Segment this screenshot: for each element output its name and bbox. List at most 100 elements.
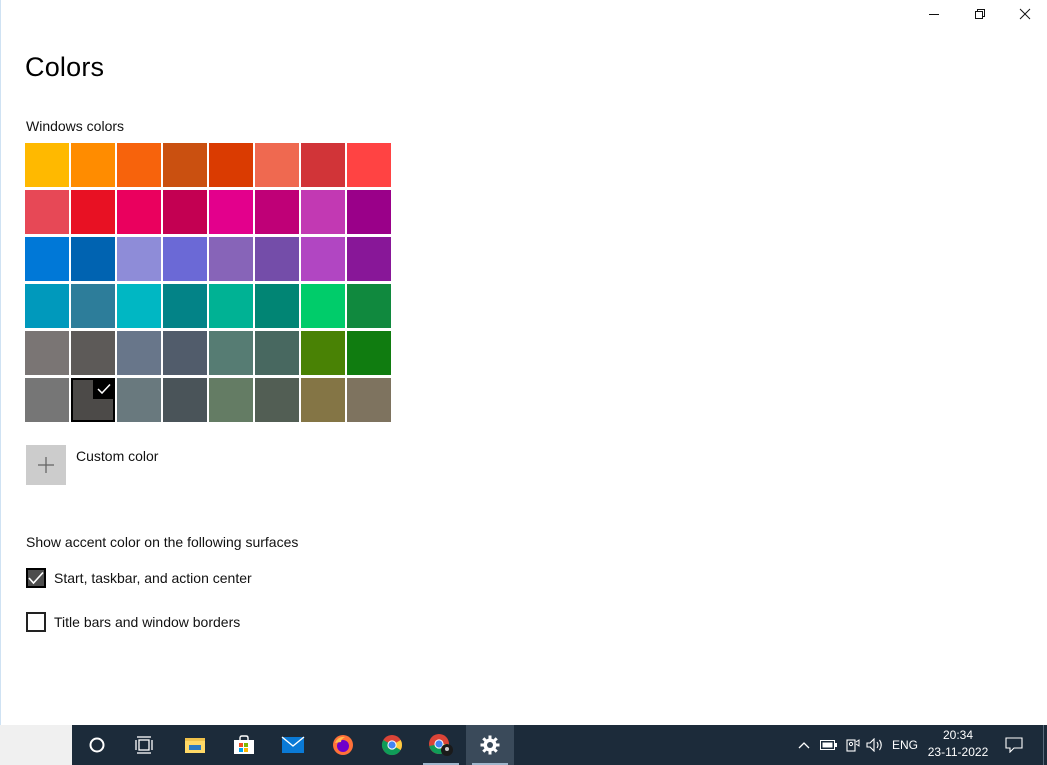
- color-swatch[interactable]: [71, 190, 115, 234]
- color-swatch[interactable]: [71, 237, 115, 281]
- checkmark-icon: [28, 571, 44, 585]
- color-swatch[interactable]: [255, 190, 299, 234]
- color-swatch[interactable]: [255, 331, 299, 375]
- color-swatch[interactable]: [25, 237, 69, 281]
- color-swatch[interactable]: [163, 237, 207, 281]
- settings-window: Colors Windows colors Custom color Show …: [0, 0, 1047, 725]
- color-swatch[interactable]: [209, 284, 253, 328]
- color-swatch[interactable]: [301, 190, 345, 234]
- show-desktop-button[interactable]: [1043, 725, 1047, 765]
- title-bars-checkbox[interactable]: [26, 612, 46, 632]
- firefox-button[interactable]: [319, 725, 367, 765]
- color-swatch[interactable]: [25, 378, 69, 422]
- minimize-button[interactable]: [911, 0, 957, 28]
- color-swatch[interactable]: [71, 284, 115, 328]
- language-indicator: ENG: [891, 738, 918, 752]
- volume-icon: [866, 738, 882, 752]
- task-view-icon: [135, 736, 153, 754]
- color-swatch[interactable]: [209, 143, 253, 187]
- start-taskbar-option[interactable]: Start, taskbar, and action center: [26, 568, 252, 588]
- meet-now-button[interactable]: [842, 725, 862, 765]
- color-swatch[interactable]: [25, 143, 69, 187]
- show-hidden-icons-button[interactable]: [794, 725, 814, 765]
- color-swatch[interactable]: [71, 331, 115, 375]
- color-swatch[interactable]: [209, 378, 253, 422]
- restore-icon: [975, 9, 985, 19]
- chrome-profile-icon: [429, 734, 453, 756]
- start-taskbar-checkbox[interactable]: [26, 568, 46, 588]
- accent-surfaces-label: Show accent color on the following surfa…: [26, 534, 299, 550]
- page-title: Colors: [25, 52, 105, 82]
- color-swatch[interactable]: [209, 331, 253, 375]
- color-swatch[interactable]: [301, 331, 345, 375]
- battery-button[interactable]: [818, 725, 840, 765]
- color-swatch[interactable]: [347, 237, 391, 281]
- color-swatch[interactable]: [163, 378, 207, 422]
- color-swatch[interactable]: [255, 378, 299, 422]
- color-swatch[interactable]: [25, 190, 69, 234]
- color-swatch[interactable]: [255, 237, 299, 281]
- color-swatch[interactable]: [347, 143, 391, 187]
- start-taskbar-label: Start, taskbar, and action center: [54, 570, 252, 586]
- color-swatch[interactable]: [209, 237, 253, 281]
- clock-time: 20:34: [942, 728, 974, 742]
- mail-button[interactable]: [269, 725, 317, 765]
- custom-color-button[interactable]: Custom color: [26, 445, 158, 485]
- color-swatch[interactable]: [301, 237, 345, 281]
- color-swatch[interactable]: [163, 143, 207, 187]
- windows-colors-label: Windows colors: [26, 118, 125, 134]
- volume-button[interactable]: [864, 725, 886, 765]
- chrome-button[interactable]: [368, 725, 416, 765]
- color-swatch[interactable]: [209, 190, 253, 234]
- store-button[interactable]: [220, 725, 268, 765]
- color-swatch[interactable]: [255, 143, 299, 187]
- settings-gear-icon: [480, 735, 500, 755]
- color-swatch[interactable]: [117, 284, 161, 328]
- taskbar: ENG 20:34 23-11-2022: [0, 725, 1047, 765]
- color-swatch[interactable]: [347, 331, 391, 375]
- clock[interactable]: 20:34 23-11-2022: [922, 727, 994, 763]
- color-swatch[interactable]: [117, 190, 161, 234]
- color-swatch[interactable]: [163, 331, 207, 375]
- color-swatch[interactable]: [117, 143, 161, 187]
- color-swatch[interactable]: [255, 284, 299, 328]
- battery-icon: [820, 740, 837, 750]
- color-swatch[interactable]: [117, 378, 161, 422]
- folder-icon: [185, 738, 205, 753]
- minimize-icon: [929, 14, 939, 15]
- mail-icon: [281, 736, 305, 753]
- action-center-button[interactable]: [1000, 725, 1028, 765]
- taskbar-search-area[interactable]: [0, 725, 72, 765]
- color-swatch[interactable]: [347, 284, 391, 328]
- input-language-button[interactable]: ENG: [889, 725, 921, 765]
- color-swatch[interactable]: [25, 331, 69, 375]
- selected-check-icon: [93, 378, 115, 399]
- task-view-button[interactable]: [121, 725, 169, 765]
- clock-date: 23-11-2022: [927, 745, 989, 759]
- color-swatch[interactable]: [347, 190, 391, 234]
- plus-icon: [26, 445, 66, 485]
- chevron-up-icon: [798, 742, 810, 749]
- color-swatch[interactable]: [71, 143, 115, 187]
- settings-button[interactable]: [466, 725, 514, 765]
- color-swatch[interactable]: [117, 237, 161, 281]
- title-bars-option[interactable]: Title bars and window borders: [26, 612, 240, 632]
- title-bars-label: Title bars and window borders: [54, 614, 241, 630]
- color-swatch[interactable]: [301, 284, 345, 328]
- chrome-icon: [381, 735, 403, 756]
- color-swatch[interactable]: [347, 378, 391, 422]
- file-explorer-button[interactable]: [171, 725, 219, 765]
- cortana-button[interactable]: [73, 725, 121, 765]
- custom-color-label: Custom color: [76, 448, 159, 464]
- color-swatch[interactable]: [163, 190, 207, 234]
- color-swatch[interactable]: [25, 284, 69, 328]
- color-swatch[interactable]: [71, 378, 115, 422]
- color-swatch[interactable]: [301, 143, 345, 187]
- color-swatch[interactable]: [163, 284, 207, 328]
- color-swatch[interactable]: [117, 331, 161, 375]
- chrome-profile-button[interactable]: [417, 725, 465, 765]
- color-swatch[interactable]: [301, 378, 345, 422]
- restore-button[interactable]: [957, 0, 1003, 28]
- firefox-icon: [333, 735, 353, 755]
- close-button[interactable]: [1002, 0, 1047, 28]
